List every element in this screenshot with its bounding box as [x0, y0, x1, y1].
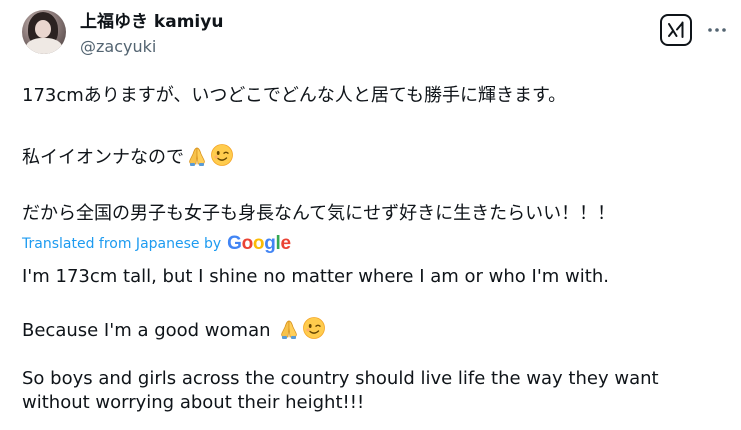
- more-dots-icon: [708, 28, 726, 32]
- translation-line-4: without worrying about their height!!!: [22, 392, 365, 413]
- original-line-2-text: 私イイオンナなので: [22, 147, 184, 168]
- original-line-1: 173cmありますが、いつどこでどんな人と居ても勝手に輝きます。: [22, 85, 567, 106]
- translation-line-3: So boys and girls across the country sho…: [22, 368, 659, 389]
- original-line-3: だから全国の男子も女子も身長なんて気にせず好きに生きたらいい！！！: [22, 203, 616, 224]
- original-line-2: 私イイオンナなので: [22, 143, 234, 174]
- google-logo: Google: [227, 233, 291, 254]
- folded-hands-icon: [186, 145, 208, 174]
- translation-line-2-text: Because I'm a good woman: [22, 320, 271, 341]
- translated-by-link[interactable]: Translated from Japanese by Google: [22, 234, 291, 254]
- winking-face-icon: [210, 143, 234, 174]
- folded-hands-icon: [278, 318, 300, 347]
- tweet: 上福ゆき kamiyu @zacyuki 173cmありますが、いつどこでどんな…: [0, 0, 741, 430]
- translated-label: Translated from Japanese by: [22, 236, 222, 252]
- more-button[interactable]: [704, 18, 730, 42]
- avatar[interactable]: [22, 10, 66, 54]
- translation-line-1: I'm 173cm tall, but I shine no matter wh…: [22, 266, 609, 287]
- handle[interactable]: @zacyuki: [80, 37, 156, 57]
- translation-line-2: Because I'm a good woman: [22, 316, 326, 347]
- grok-icon: [668, 21, 684, 38]
- grok-button[interactable]: [660, 14, 692, 46]
- display-name[interactable]: 上福ゆき kamiyu: [80, 11, 223, 33]
- winking-face-icon: [302, 316, 326, 347]
